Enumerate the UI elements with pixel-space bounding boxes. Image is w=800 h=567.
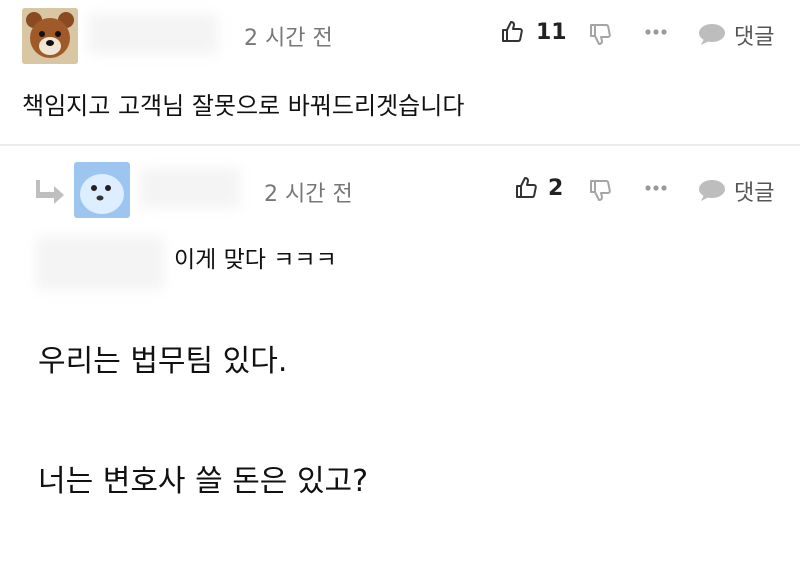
user-avatar[interactable] (22, 8, 78, 64)
thumbs-down-icon[interactable] (588, 22, 612, 46)
username-blurred (140, 168, 240, 208)
reply-time: 2 시간 전 (264, 182, 353, 207)
thumbs-up-icon[interactable] (500, 20, 524, 44)
reply-arrow-icon (36, 180, 66, 204)
more-options-icon[interactable] (644, 28, 668, 36)
comment-divider (0, 144, 800, 146)
seal-avatar-icon (74, 162, 130, 218)
like-count: 2 (548, 176, 564, 201)
comment-time: 2 시간 전 (244, 26, 333, 51)
speech-bubble-icon[interactable] (698, 22, 726, 46)
caption-line-2: 너는 변호사 쓸 돈은 있고? (38, 464, 369, 499)
reply-body: 이게 맞다 ㅋㅋㅋ (174, 247, 337, 273)
thumbs-up-icon[interactable] (514, 176, 538, 200)
blurred-area (36, 236, 164, 290)
reply-button[interactable]: 댓글 (734, 19, 774, 51)
thumbs-down-icon[interactable] (588, 178, 612, 202)
reply-button[interactable]: 댓글 (734, 175, 774, 207)
user-avatar[interactable] (74, 162, 130, 218)
caption-line-1: 우리는 법무팀 있다. (38, 344, 288, 379)
like-count: 11 (536, 20, 567, 45)
more-options-icon[interactable] (644, 184, 668, 192)
speech-bubble-icon[interactable] (698, 178, 726, 202)
bear-avatar-icon (22, 8, 78, 64)
username-blurred (88, 14, 218, 54)
comment-body: 책임지고 고객님 잘못으로 바꿔드리겟습니다 (22, 92, 465, 120)
